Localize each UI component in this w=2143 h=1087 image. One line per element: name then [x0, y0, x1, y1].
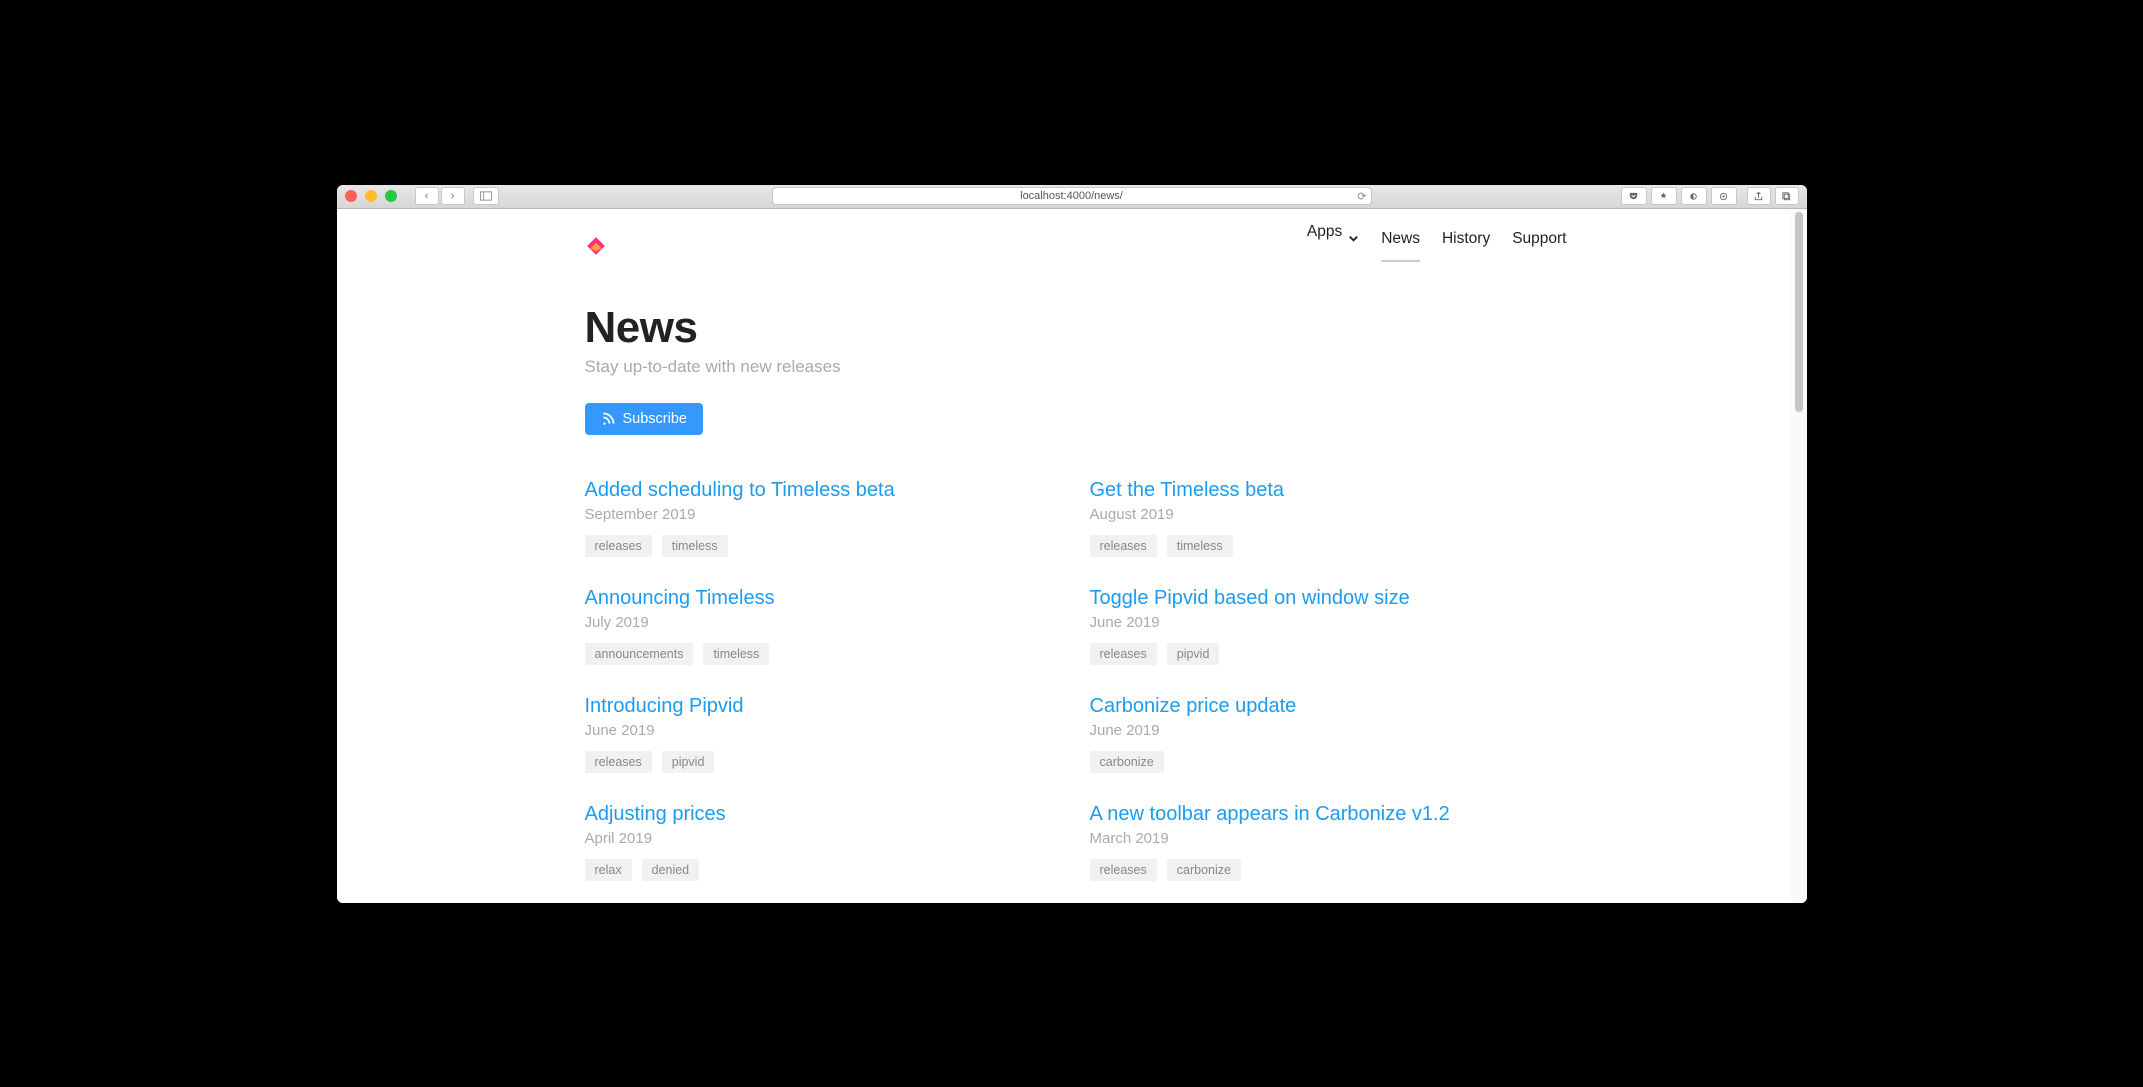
tag[interactable]: releases: [1090, 643, 1157, 665]
chevron-down-icon: [1348, 233, 1359, 244]
back-button[interactable]: ‹: [415, 187, 439, 205]
post-date: March 2019: [1090, 830, 1559, 847]
scrollbar-thumb[interactable]: [1795, 212, 1803, 412]
post-date: June 2019: [585, 722, 1054, 739]
post-date: April 2019: [585, 830, 1054, 847]
dark-mode-button[interactable]: [1681, 187, 1707, 205]
tag[interactable]: announcements: [585, 643, 694, 665]
post-title-link[interactable]: Get the Timeless beta: [1090, 479, 1559, 502]
close-button[interactable]: [345, 190, 357, 202]
nav-apps[interactable]: Apps: [1307, 223, 1359, 269]
post-title-link[interactable]: Toggle Pipvid based on window size: [1090, 587, 1559, 610]
post-tags: releases pipvid: [1090, 643, 1559, 665]
window-tools: [1747, 187, 1799, 205]
main-nav: Apps News History Support: [1307, 223, 1567, 269]
page-content: News Stay up-to-date with new releases S…: [337, 281, 1807, 903]
post-title-link[interactable]: Introducing Pipvid: [585, 695, 1054, 718]
tag[interactable]: releases: [585, 535, 652, 557]
forward-button[interactable]: ›: [441, 187, 465, 205]
reload-icon[interactable]: ⟳: [1357, 190, 1366, 203]
page-viewport: Apps News History Support News Stay up-t…: [337, 209, 1807, 903]
posts-column-right: Get the Timeless beta August 2019 releases…: [1090, 479, 1559, 903]
tag[interactable]: relax: [585, 859, 632, 881]
tag[interactable]: pipvid: [662, 751, 715, 773]
adblock-button[interactable]: [1711, 187, 1737, 205]
url-text: localhost:4000/news/: [1020, 190, 1123, 202]
nav-support[interactable]: Support: [1512, 230, 1566, 262]
post: Introducing Pipvid June 2019 releases pipvi…: [585, 695, 1054, 773]
post: Announcing Timeless July 2019 announcement…: [585, 587, 1054, 665]
post-tags: carbonize: [1090, 751, 1559, 773]
post-tags: releases pipvid: [585, 751, 1054, 773]
scrollbar-track[interactable]: [1791, 209, 1807, 903]
toolbar-extensions: [1621, 187, 1737, 205]
post-title-link[interactable]: Announcing Timeless: [585, 587, 1054, 610]
post-date: June 2019: [1090, 614, 1559, 631]
nav-news[interactable]: News: [1381, 230, 1420, 262]
page-subtitle: Stay up-to-date with new releases: [585, 357, 1559, 377]
post: Adjusting prices April 2019 relax denied: [585, 803, 1054, 881]
tag[interactable]: carbonize: [1090, 751, 1164, 773]
posts-column-left: Added scheduling to Timeless beta Septemb…: [585, 479, 1054, 903]
post: Toggle Pipvid based on window size June 2…: [1090, 587, 1559, 665]
tag[interactable]: releases: [1090, 859, 1157, 881]
post-tags: releases timeless: [1090, 535, 1559, 557]
pin-button[interactable]: [1651, 187, 1677, 205]
subscribe-button[interactable]: Subscribe: [585, 403, 703, 435]
post-title-link[interactable]: Adjusting prices: [585, 803, 1054, 826]
post: A new toolbar appears in Carbonize v1.2 M…: [1090, 803, 1559, 881]
post-tags: announcements timeless: [585, 643, 1054, 665]
logo-icon[interactable]: [585, 235, 607, 257]
tag[interactable]: carbonize: [1167, 859, 1241, 881]
tag[interactable]: timeless: [662, 535, 728, 557]
post-title-link[interactable]: Carbonize price update: [1090, 695, 1559, 718]
tag[interactable]: pipvid: [1167, 643, 1220, 665]
rss-icon: [601, 412, 615, 426]
post-tags: releases timeless: [585, 535, 1054, 557]
nav-buttons: ‹ ›: [415, 187, 465, 205]
tag[interactable]: denied: [642, 859, 700, 881]
maximize-button[interactable]: [385, 190, 397, 202]
post: Added scheduling to Timeless beta Septemb…: [585, 479, 1054, 557]
address-bar[interactable]: localhost:4000/news/ ⟳: [772, 187, 1372, 205]
pocket-button[interactable]: [1621, 187, 1647, 205]
share-button[interactable]: [1747, 187, 1771, 205]
post-date: June 2019: [1090, 722, 1559, 739]
post-title-link[interactable]: A new toolbar appears in Carbonize v1.2: [1090, 803, 1559, 826]
tag[interactable]: releases: [1090, 535, 1157, 557]
subscribe-label: Subscribe: [623, 411, 687, 427]
post: Get the Timeless beta August 2019 releases…: [1090, 479, 1559, 557]
posts-grid: Added scheduling to Timeless beta Septemb…: [585, 479, 1559, 903]
post-title-link[interactable]: Added scheduling to Timeless beta: [585, 479, 1054, 502]
nav-apps-label: Apps: [1307, 223, 1342, 255]
tabs-button[interactable]: [1775, 187, 1799, 205]
site-header: Apps News History Support: [337, 209, 1807, 281]
post: Carbonize price update June 2019 carbonize: [1090, 695, 1559, 773]
post-tags: relax denied: [585, 859, 1054, 881]
tag[interactable]: releases: [585, 751, 652, 773]
post-date: August 2019: [1090, 506, 1559, 523]
browser-window: ‹ › localhost:4000/news/ ⟳: [337, 185, 1807, 903]
sidebar-icon: [480, 191, 492, 201]
minimize-button[interactable]: [365, 190, 377, 202]
post-date: September 2019: [585, 506, 1054, 523]
tag[interactable]: timeless: [1167, 535, 1233, 557]
post-tags: releases carbonize: [1090, 859, 1559, 881]
post-date: July 2019: [585, 614, 1054, 631]
tag[interactable]: timeless: [703, 643, 769, 665]
nav-history[interactable]: History: [1442, 230, 1490, 262]
window-controls: [345, 190, 397, 202]
page-title: News: [585, 303, 1559, 353]
browser-titlebar: ‹ › localhost:4000/news/ ⟳: [337, 185, 1807, 209]
sidebar-toggle-button[interactable]: [473, 187, 499, 205]
